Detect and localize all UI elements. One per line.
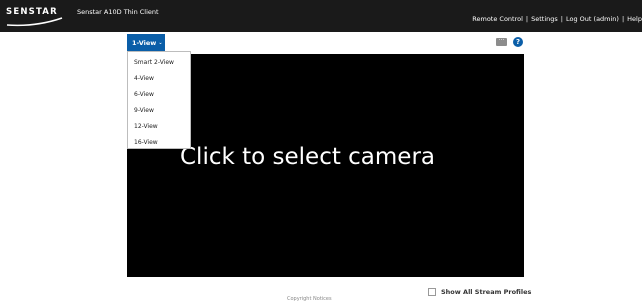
select-camera-message[interactable]: Click to select camera	[180, 144, 435, 170]
view-layout-button[interactable]: 1-View ⌄	[127, 34, 165, 51]
menu-item-4-view[interactable]: 4-View	[134, 75, 154, 82]
nav-separator: |	[525, 15, 529, 23]
menu-item-6-view[interactable]: 6-View	[134, 91, 154, 98]
menu-item-9-view[interactable]: 9-View	[134, 107, 154, 114]
senstar-logo: SENSTAR	[6, 5, 64, 29]
more-icon: ···	[498, 37, 505, 44]
nav-separator: |	[560, 15, 563, 23]
more-options-button[interactable]: ···	[496, 38, 507, 46]
menu-item-12-view[interactable]: 12-View	[134, 123, 158, 130]
top-bar: SENSTAR Senstar A10D Thin Client Remote …	[0, 0, 642, 32]
app-title: Senstar A10D Thin Client	[77, 8, 159, 16]
view-layout-label: 1-View	[132, 39, 157, 47]
copyright-notices-link[interactable]: Copyright Notices	[287, 296, 332, 302]
show-all-stream-profiles-row: Show All Stream Profiles	[428, 281, 531, 296]
help-icon[interactable]: ?	[513, 37, 523, 47]
nav-help[interactable]: Help	[627, 15, 642, 23]
nav-settings[interactable]: Settings	[531, 15, 558, 23]
view-layout-menu: Smart 2-View 4-View 6-View 9-View 12-Vie…	[127, 51, 191, 149]
top-nav: Remote Control | Settings | Log Out (admin) |…	[472, 15, 642, 23]
nav-logout[interactable]: Log Out (admin)	[566, 15, 619, 23]
menu-item-16-view[interactable]: 16-View	[134, 139, 158, 146]
logo-swoosh-icon	[6, 17, 63, 27]
menu-item-smart-2-view[interactable]: Smart 2-View	[134, 59, 174, 66]
show-all-stream-profiles-label[interactable]: Show All Stream Profiles	[441, 288, 531, 296]
nav-remote-control[interactable]: Remote Control	[472, 15, 523, 23]
chevron-down-icon: ⌄	[158, 40, 163, 46]
nav-separator: |	[621, 15, 625, 23]
show-all-stream-profiles-checkbox[interactable]	[428, 287, 436, 296]
